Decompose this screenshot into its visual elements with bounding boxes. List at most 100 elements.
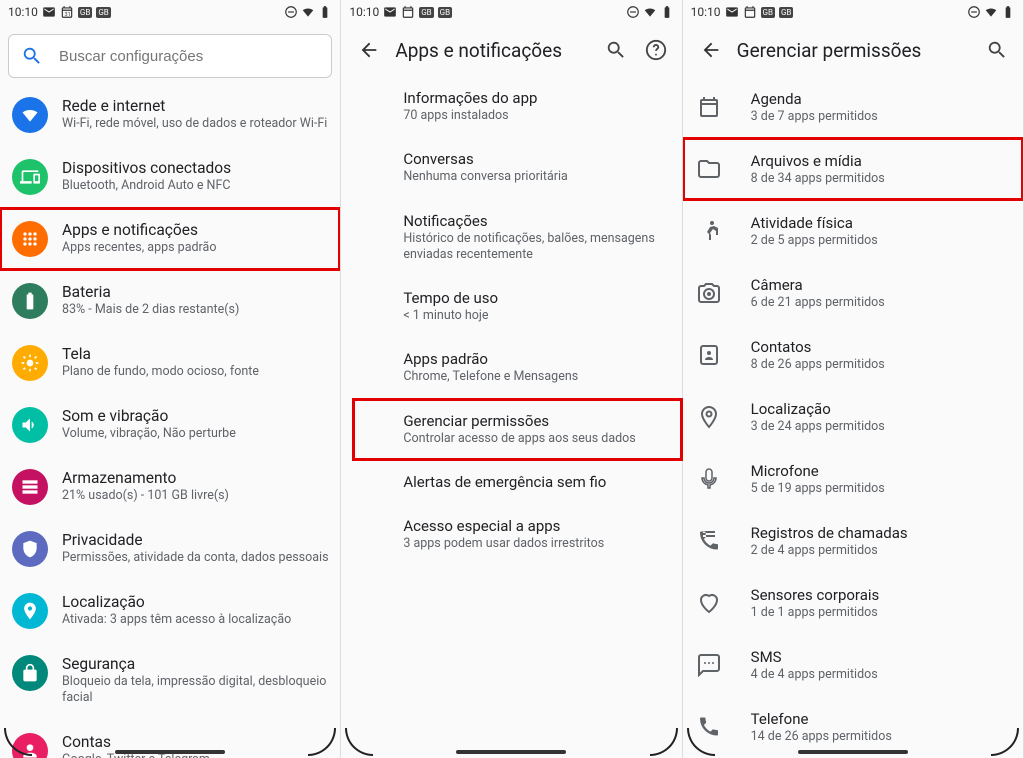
item-display[interactable]: TelaPlano de fundo, modo ocioso, fonte xyxy=(0,332,340,394)
calendar-icon xyxy=(697,95,721,119)
item-title: Privacidade xyxy=(62,531,329,549)
perm-calendar[interactable]: Agenda3 de 7 apps permitidos xyxy=(683,76,1023,138)
perm-sms[interactable]: SMS4 de 4 apps permitidos xyxy=(683,634,1023,696)
permissions-list[interactable]: Agenda3 de 7 apps permitidos Arquivos e … xyxy=(683,76,1023,758)
status-bar: 10:10 GB GB xyxy=(341,0,681,24)
perm-phone[interactable]: Telefone14 de 26 apps permitidos xyxy=(683,696,1023,758)
gmail-icon xyxy=(383,5,397,19)
item-sub: < 1 minuto hoje xyxy=(403,308,667,324)
item-sub: Nenhuma conversa prioritária xyxy=(403,169,667,185)
item-default-apps[interactable]: Apps padrãoChrome, Telefone e Mensagens xyxy=(403,337,681,398)
perm-physical-activity[interactable]: Atividade física2 de 5 apps permitidos xyxy=(683,200,1023,262)
perm-microphone[interactable]: Microfone5 de 19 apps permitidos xyxy=(683,448,1023,510)
item-sub: 83% - Mais de 2 dias restante(s) xyxy=(62,302,239,318)
item-sound[interactable]: Som e vibraçãoVolume, vibração, Não pert… xyxy=(0,394,340,456)
settings-list[interactable]: Rede e internetWi-Fi, rede móvel, uso de… xyxy=(0,84,340,758)
item-apps-notifications[interactable]: Apps e notificaçõesApps recentes, apps p… xyxy=(0,208,340,270)
lock-icon xyxy=(12,655,48,691)
item-title: Notificações xyxy=(403,212,667,230)
item-connected-devices[interactable]: Dispositivos conectadosBluetooth, Androi… xyxy=(0,146,340,208)
item-title: Atividade física xyxy=(751,214,878,232)
item-screen-time[interactable]: Tempo de uso< 1 minuto hoje xyxy=(403,276,681,337)
item-title: Alertas de emergência sem fio xyxy=(403,473,667,491)
item-special-access[interactable]: Acesso especial a apps3 apps podem usar … xyxy=(403,504,681,565)
devices-icon xyxy=(12,159,48,195)
item-sub: 14 de 26 apps permitidos xyxy=(751,729,892,744)
battery-icon xyxy=(318,5,332,19)
item-sub: Bluetooth, Android Auto e NFC xyxy=(62,178,231,194)
item-sub: Chrome, Telefone e Mensagens xyxy=(403,369,667,385)
item-sub: 2 de 5 apps permitidos xyxy=(751,233,878,248)
search-icon xyxy=(21,45,43,67)
screen-manage-permissions: 10:10 GB GB Gerenciar permissões Agenda3… xyxy=(683,0,1024,758)
status-time: 10:10 xyxy=(349,5,379,19)
item-title: Câmera xyxy=(751,276,885,294)
camera-icon xyxy=(697,281,721,305)
item-emergency-alerts[interactable]: Alertas de emergência sem fio xyxy=(403,460,681,504)
item-battery[interactable]: Bateria83% - Mais de 2 dias restante(s) xyxy=(0,270,340,332)
perm-camera[interactable]: Câmera6 de 21 apps permitidos xyxy=(683,262,1023,324)
item-storage[interactable]: Armazenamento21% usado(s) - 101 GB livre… xyxy=(0,456,340,518)
item-app-info[interactable]: Informações do app70 apps instalados xyxy=(403,76,681,137)
item-sub: Volume, vibração, Não perturbe xyxy=(62,426,236,442)
item-conversations[interactable]: ConversasNenhuma conversa prioritária xyxy=(403,137,681,198)
contacts-icon xyxy=(697,343,721,367)
dnd-icon xyxy=(626,5,640,19)
battery-icon xyxy=(660,5,674,19)
gesture-bar[interactable] xyxy=(456,750,566,754)
perm-files-media[interactable]: Arquivos e mídia8 de 34 apps permitidos xyxy=(683,138,1023,200)
screen-settings: 10:10 31 GB GB Rede e internetWi-Fi, red… xyxy=(0,0,341,758)
item-network[interactable]: Rede e internetWi-Fi, rede móvel, uso de… xyxy=(0,84,340,146)
perm-call-logs[interactable]: Registros de chamadas2 de 4 apps permiti… xyxy=(683,510,1023,572)
search-input[interactable] xyxy=(59,48,319,65)
item-privacy[interactable]: PrivacidadePermissões, atividade da cont… xyxy=(0,518,340,580)
item-sub: Ativada: 3 apps têm acesso à localização xyxy=(62,612,291,628)
item-notifications[interactable]: NotificaçõesHistórico de notificações, b… xyxy=(403,199,681,277)
status-badge-icon: GB xyxy=(438,7,452,18)
item-sub: Permissões, atividade da conta, dados pe… xyxy=(62,550,329,566)
back-button[interactable] xyxy=(691,30,731,70)
status-time: 10:10 xyxy=(8,5,38,19)
search-button[interactable] xyxy=(977,30,1017,70)
help-button[interactable] xyxy=(636,30,676,70)
sms-icon xyxy=(697,653,721,677)
battery-icon xyxy=(1001,5,1015,19)
item-location[interactable]: LocalizaçãoAtivada: 3 apps têm acesso à … xyxy=(0,580,340,642)
apps-list[interactable]: Informações do app70 apps instalados Con… xyxy=(341,76,681,565)
perm-body-sensors[interactable]: Sensores corporais1 de 1 apps permitidos xyxy=(683,572,1023,634)
item-sub: Controlar acesso de apps aos seus dados xyxy=(403,431,667,447)
volume-icon xyxy=(12,407,48,443)
item-security[interactable]: SegurançaBloqueio da tela, impressão dig… xyxy=(0,642,340,720)
gmail-icon xyxy=(725,5,739,19)
gesture-bar[interactable] xyxy=(115,750,225,754)
perm-location[interactable]: Localização3 de 24 apps permitidos xyxy=(683,386,1023,448)
item-sub: 21% usado(s) - 101 GB livre(s) xyxy=(62,488,229,504)
item-sub: 1 de 1 apps permitidos xyxy=(751,605,880,620)
search-button[interactable] xyxy=(596,30,636,70)
item-sub: 2 de 4 apps permitidos xyxy=(751,543,908,558)
back-button[interactable] xyxy=(349,30,389,70)
item-sub: Histórico de notificações, balões, mensa… xyxy=(403,231,667,264)
search-box[interactable] xyxy=(8,34,332,78)
item-manage-permissions[interactable]: Gerenciar permissõesControlar acesso de … xyxy=(353,399,681,460)
status-badge-icon: GB xyxy=(78,7,92,18)
perm-contacts[interactable]: Contatos8 de 26 apps permitidos xyxy=(683,324,1023,386)
status-badge-icon: GB xyxy=(761,7,775,18)
mic-icon xyxy=(697,467,721,491)
item-sub: 3 apps podem usar dados irrestritos xyxy=(403,536,667,552)
status-badge-icon: GB xyxy=(779,7,793,18)
item-title: Rede e internet xyxy=(62,97,327,115)
item-sub: Bloqueio da tela, impressão digital, des… xyxy=(62,674,330,707)
wifi-icon xyxy=(984,5,998,19)
apps-icon xyxy=(12,221,48,257)
dnd-icon xyxy=(967,5,981,19)
running-icon xyxy=(697,219,721,243)
heart-icon xyxy=(697,591,721,615)
call-log-icon xyxy=(697,529,721,553)
search-container xyxy=(0,24,340,84)
wifi-icon xyxy=(12,97,48,133)
item-title: Apps e notificações xyxy=(62,221,216,239)
svg-text:31: 31 xyxy=(65,12,71,18)
gesture-corner-icon xyxy=(650,728,678,756)
gesture-bar[interactable] xyxy=(798,750,908,754)
